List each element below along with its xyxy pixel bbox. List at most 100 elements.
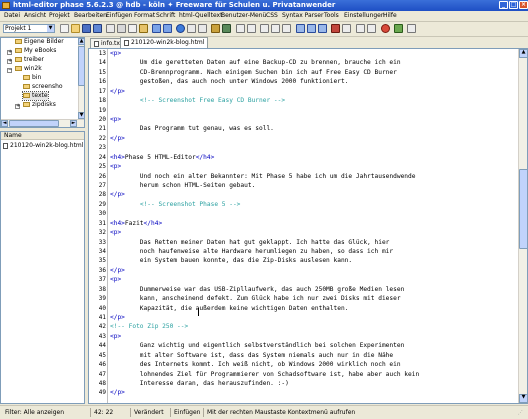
code-line[interactable]: <!-- Screenshot Free Easy CD Burner --> [110,97,285,105]
list-item[interactable]: 210120-win2k-blog.html [3,142,83,150]
tree-item-texte[interactable]: texte [22,91,49,101]
code-line[interactable]: ein System bauen konnte, das die Zip-Dis… [110,257,352,265]
print-icon[interactable] [106,24,115,33]
code-line[interactable]: </p> [110,191,125,199]
code-line[interactable]: kann, anscheinend defekt. Zum Glück habe… [110,295,401,303]
code-line[interactable]: Und noch ein alter Bekannter: Mit Phase … [110,173,416,181]
menu-einstellungen[interactable]: Einstellungen [344,12,385,19]
tree-item-screenshots[interactable]: screensho [23,83,63,91]
code-editor[interactable]: 13 14 15 16 17 18 19 20 21 22 23 24 25 26 27 28 29 30 31 32… [88,48,528,404]
tree-item-treiber[interactable]: treiber [15,56,44,64]
menu-syntax-parser[interactable]: Syntax Parser [282,12,323,19]
code-line[interactable]: des Internets kommt. Ich weiß nicht, ob … [110,361,401,369]
scroll-thumb[interactable] [78,46,84,86]
code-line[interactable]: noch haufenweise alte Hardware herumlieg… [110,248,393,256]
code-line[interactable]: CD-Brennprogramm. Nach einigem Suchen bi… [110,69,397,77]
save-icon[interactable] [82,24,91,33]
expand-icon[interactable]: + [7,59,12,64]
numbered-list-icon[interactable] [367,24,376,33]
open-folder-icon[interactable] [71,24,80,33]
menu-schrift[interactable]: Schrift [156,12,175,19]
code-line[interactable]: herum schon HTML-Seiten gebaut. [110,182,256,190]
code-line[interactable]: </p> [110,135,125,143]
align-right-icon[interactable] [318,24,327,33]
menu-css[interactable]: CSS [266,12,278,19]
scroll-down-icon[interactable]: ▼ [78,112,84,119]
menu-format[interactable]: Format [134,12,155,19]
code-line[interactable]: </p> [110,267,125,275]
menu-ansicht[interactable]: Ansicht [24,12,46,19]
collapse-icon[interactable]: − [7,68,12,73]
menu-datei[interactable]: Datei [4,12,20,19]
code-line[interactable]: <p> [110,116,121,124]
resize-grip-icon[interactable]: ⋰ [518,410,526,418]
list-icon[interactable] [356,24,365,33]
copy-icon[interactable] [128,24,137,33]
code-line[interactable]: <h4>Fazit</h4> [110,220,162,228]
new-file-icon[interactable] [60,24,69,33]
italic-icon[interactable] [271,24,280,33]
tree-item-my-ebooks[interactable]: My eBooks [15,47,56,55]
code-line[interactable]: Dummerweise war das USB-Zipllaufwerk, da… [110,286,405,294]
link-icon[interactable] [247,24,256,33]
menu-tools[interactable]: Tools [324,12,339,19]
code-line[interactable]: <p> [110,50,121,58]
code-line[interactable]: <p> [110,333,121,341]
scroll-thumb[interactable] [9,120,59,127]
cut-icon[interactable] [117,24,126,33]
check-icon[interactable] [394,24,403,33]
code-line[interactable]: Das Retten meiner Daten hat gut geklappt… [110,239,390,247]
code-line[interactable]: Kapazität, die außerdem keine wichtigen … [110,305,349,313]
scroll-down-icon[interactable]: ▼ [519,394,528,403]
browser-preview-icon[interactable] [176,24,185,33]
close-button[interactable]: × [519,1,528,9]
menu-projekt[interactable]: Projekt [49,12,70,19]
tree-item-eigene-bilder[interactable]: Eigene Bilder [15,38,64,46]
expand-icon[interactable]: + [15,104,20,109]
scroll-left-icon[interactable]: ◄ [1,120,8,127]
code-line[interactable]: <!-- Foto Zip 250 --> [110,323,188,331]
menu-html-quelltext[interactable]: html-Quelltext [179,12,222,19]
line-break-icon[interactable] [342,24,351,33]
code-line[interactable]: <h4>Phase 5 HTML-Editor</h4> [110,154,214,162]
table-icon[interactable] [222,24,231,33]
code-line[interactable]: <p> [110,229,121,237]
bold-icon[interactable] [260,24,269,33]
scroll-up-icon[interactable]: ▲ [78,38,84,45]
code-line[interactable]: </p> [110,389,125,397]
code-line[interactable]: <!-- Screenshot Phase 5 --> [110,201,241,209]
save-all-icon[interactable] [93,24,102,33]
replace-icon[interactable] [198,24,207,33]
tree-item-bin[interactable]: bin [23,74,41,82]
code-line[interactable]: lohnendes Ziel für Programmierer von Sch… [110,371,419,379]
menu-bearbeiten[interactable]: Bearbeiten [74,12,107,19]
minimize-button[interactable]: _ [499,1,508,9]
code-line[interactable]: Ganz wichtig und eigentlich selbstverstä… [110,342,405,350]
maximize-button[interactable]: □ [509,1,518,9]
scroll-right-icon[interactable]: ► [70,120,77,127]
tree-item-zipdisks[interactable]: zipdisks [23,101,56,109]
tab-blog-html[interactable]: 210120-win2k-blog.html [120,37,209,48]
editor-vertical-scrollbar[interactable]: ▲ ▼ [518,49,528,403]
undo-icon[interactable] [152,24,161,33]
align-left-icon[interactable] [296,24,305,33]
code-line[interactable]: Um die geretteten Daten auf eine Backup-… [110,59,401,67]
code-line[interactable]: </p> [110,314,125,322]
settings-icon[interactable] [407,24,416,33]
code-line[interactable]: gestoßen, das auch noch unter Windows 20… [110,78,349,86]
code-line[interactable]: <p> [110,276,121,284]
color-icon[interactable] [381,24,390,33]
code-line[interactable]: <p> [110,163,121,171]
redo-icon[interactable] [163,24,172,33]
file-list-header[interactable]: Name [1,132,84,140]
code-line[interactable]: </p> [110,88,125,96]
scroll-up-icon[interactable]: ▲ [519,49,528,58]
tree-vertical-scrollbar[interactable]: ▲ ▼ [78,38,84,119]
chevron-down-icon[interactable]: ▼ [47,25,54,32]
paste-icon[interactable] [139,24,148,33]
tag-icon[interactable] [236,24,245,33]
image-icon[interactable] [211,24,220,33]
paragraph-icon[interactable] [331,24,340,33]
project-select[interactable]: Projekt 1 ▼ [3,24,55,33]
code-line[interactable]: mit alter Software ist, dass das System … [110,352,393,360]
